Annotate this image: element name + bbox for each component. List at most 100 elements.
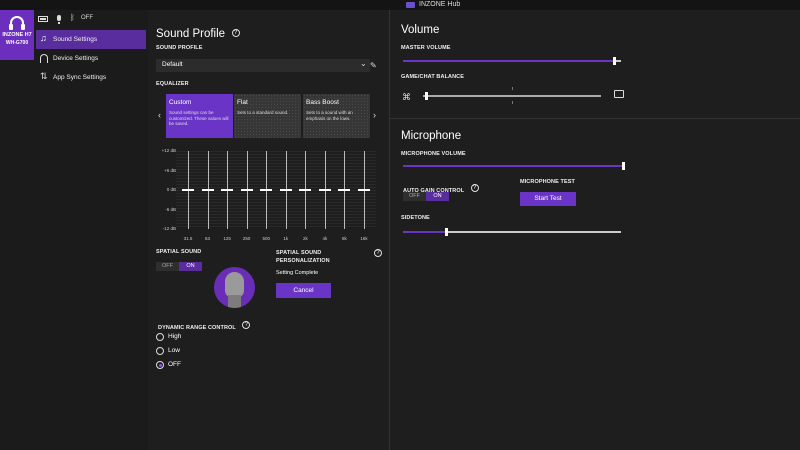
headphones-icon xyxy=(9,16,25,30)
mic-volume-label: MICROPHONE VOLUME xyxy=(401,151,466,157)
eq-band-knob[interactable] xyxy=(358,189,370,191)
sidebar-item-device-settings[interactable]: Device Settings xyxy=(36,49,146,68)
slider-thumb[interactable] xyxy=(445,228,449,236)
eq-band-knob[interactable] xyxy=(240,189,253,191)
cancel-button[interactable]: Cancel xyxy=(276,283,331,298)
sound-profile-select[interactable]: Default ⌄ xyxy=(156,59,370,72)
slider-thumb[interactable] xyxy=(425,92,429,100)
chevron-left-icon[interactable]: ‹ xyxy=(158,110,161,120)
edit-icon[interactable]: ✎ xyxy=(370,61,377,70)
chat-bubble-icon xyxy=(614,90,624,98)
sound-profile-value: Default xyxy=(162,61,183,68)
help-icon[interactable]: ? xyxy=(242,320,251,329)
preset-flat[interactable]: Flat Sets to a standard sound. xyxy=(234,94,301,138)
help-icon[interactable]: ? xyxy=(374,249,382,257)
radio-label: Low xyxy=(168,347,180,354)
preset-title: Bass Boost xyxy=(306,99,339,106)
device-name: INZONE H7 xyxy=(2,32,32,38)
toggle-on: ON xyxy=(179,262,202,271)
radio-label: High xyxy=(168,333,182,340)
balance-center-tick xyxy=(512,101,513,104)
eq-axis-label: +6 dB xyxy=(164,167,176,173)
equalizer-graph: +12 dB +6 dB 0 dB -6 dB -12 dB 31.5 63 125 250 50… xyxy=(148,147,390,247)
sound-profile-header: Sound Profile ? xyxy=(156,24,240,42)
eq-band-knob[interactable] xyxy=(318,189,331,191)
title-bar: INZONE Hub xyxy=(0,0,800,10)
mic-volume-slider[interactable] xyxy=(403,162,625,170)
device-tile[interactable]: INZONE H7 WH-G700 xyxy=(0,10,34,60)
toggle-off: OFF xyxy=(403,192,426,201)
eq-band-knob[interactable] xyxy=(221,189,234,191)
eq-freq-label: 1k xyxy=(283,236,289,241)
radio-button[interactable] xyxy=(156,347,164,355)
slider-fill xyxy=(403,60,615,62)
page-title: Sound Profile xyxy=(156,28,226,40)
eq-freq-label: 2k xyxy=(302,236,308,241)
preset-custom[interactable]: Custom Sound settings can be customized.… xyxy=(166,94,233,138)
headphones-icon xyxy=(40,54,48,63)
slider-thumb[interactable] xyxy=(621,162,625,170)
sidebar-item-sound-settings[interactable]: Sound Settings xyxy=(36,29,146,49)
preset-bass-boost[interactable]: Bass Boost Sets to a sound with an empha… xyxy=(303,94,370,138)
help-icon[interactable]: ? xyxy=(231,28,240,37)
eq-band-knob[interactable] xyxy=(260,189,273,191)
volume-microphone-panel: Volume MASTER VOLUME GAME/CHAT BALANCE ⌘… xyxy=(390,10,800,450)
master-volume-label: MASTER VOLUME xyxy=(401,45,451,51)
eq-band-knob[interactable] xyxy=(279,189,292,191)
eq-axis-label: +12 dB xyxy=(161,148,176,153)
app-title: INZONE Hub xyxy=(419,1,461,8)
eq-freq-label: 31.5 xyxy=(183,236,193,241)
radio-label: OFF xyxy=(168,361,181,368)
neck-shape xyxy=(228,295,241,308)
start-test-button[interactable]: Start Test xyxy=(520,192,576,206)
eq-band-knob[interactable] xyxy=(299,189,312,191)
sidebar-nav: Sound Settings Device Settings App Sync … xyxy=(36,29,146,87)
sidetone-slider[interactable] xyxy=(403,228,621,236)
preset-title: Custom xyxy=(169,99,192,106)
radio-button[interactable] xyxy=(156,333,164,341)
eq-band-knob[interactable] xyxy=(201,189,214,191)
eq-freq-label: 8k xyxy=(342,236,347,241)
eq-freq-label: 500 xyxy=(262,236,270,241)
gamepad-icon: ⌘ xyxy=(402,92,411,102)
eq-axis-label: -12 dB xyxy=(162,226,176,231)
eq-band-knob[interactable] xyxy=(182,189,194,191)
bluetooth-icon: ᛒ xyxy=(70,13,75,22)
agc-toggle[interactable]: OFF ON xyxy=(403,192,449,201)
eq-freq-label: 125 xyxy=(223,236,231,241)
bluetooth-status: OFF xyxy=(81,15,93,21)
eq-axis-label: 0 dB xyxy=(166,187,176,192)
master-volume-slider[interactable] xyxy=(403,57,621,65)
drc-label: DYNAMIC RANGE CONTROL xyxy=(158,325,236,331)
volume-title: Volume xyxy=(401,24,440,36)
help-icon[interactable]: ? xyxy=(470,183,479,192)
battery-icon xyxy=(38,16,48,22)
sync-icon xyxy=(40,67,48,86)
sound-profile-panel: Sound Profile ? SOUND PROFILE Default ⌄ … xyxy=(148,10,390,450)
sidebar-item-label: Device Settings xyxy=(53,55,99,62)
spatial-sound-label: SPATIAL SOUND xyxy=(156,249,202,255)
eq-freq-label: 63 xyxy=(205,236,211,241)
drc-header: DYNAMIC RANGE CONTROL ? xyxy=(158,316,251,334)
slider-thumb[interactable] xyxy=(612,57,616,65)
sound-profile-label: SOUND PROFILE xyxy=(156,45,203,51)
toggle-on: ON xyxy=(426,192,449,201)
sidebar-item-label: Sound Settings xyxy=(53,36,98,43)
eq-band-knob[interactable] xyxy=(338,189,351,191)
balance-center-tick xyxy=(512,87,513,90)
eq-freq-label: 16k xyxy=(360,236,368,241)
game-chat-balance-slider[interactable] xyxy=(423,92,601,100)
app-logo-icon xyxy=(406,2,415,8)
sidebar-item-app-sync-settings[interactable]: App Sync Settings xyxy=(36,67,146,87)
eq-freq-label: 4k xyxy=(322,236,328,241)
chevron-down-icon: ⌄ xyxy=(360,59,367,68)
spatial-personalization-label: SPATIAL SOUND PERSONALIZATION xyxy=(276,250,330,264)
preset-desc: Sets to a standard sound. xyxy=(237,110,289,115)
balance-label: GAME/CHAT BALANCE xyxy=(401,74,465,80)
spatial-sound-toggle[interactable]: OFF ON xyxy=(156,262,202,271)
radio-button-checked[interactable] xyxy=(156,361,164,369)
personalization-status: Setting Complete xyxy=(276,270,319,276)
chevron-right-icon[interactable]: › xyxy=(373,110,376,120)
section-divider xyxy=(390,118,800,119)
slider-fill xyxy=(403,165,623,167)
